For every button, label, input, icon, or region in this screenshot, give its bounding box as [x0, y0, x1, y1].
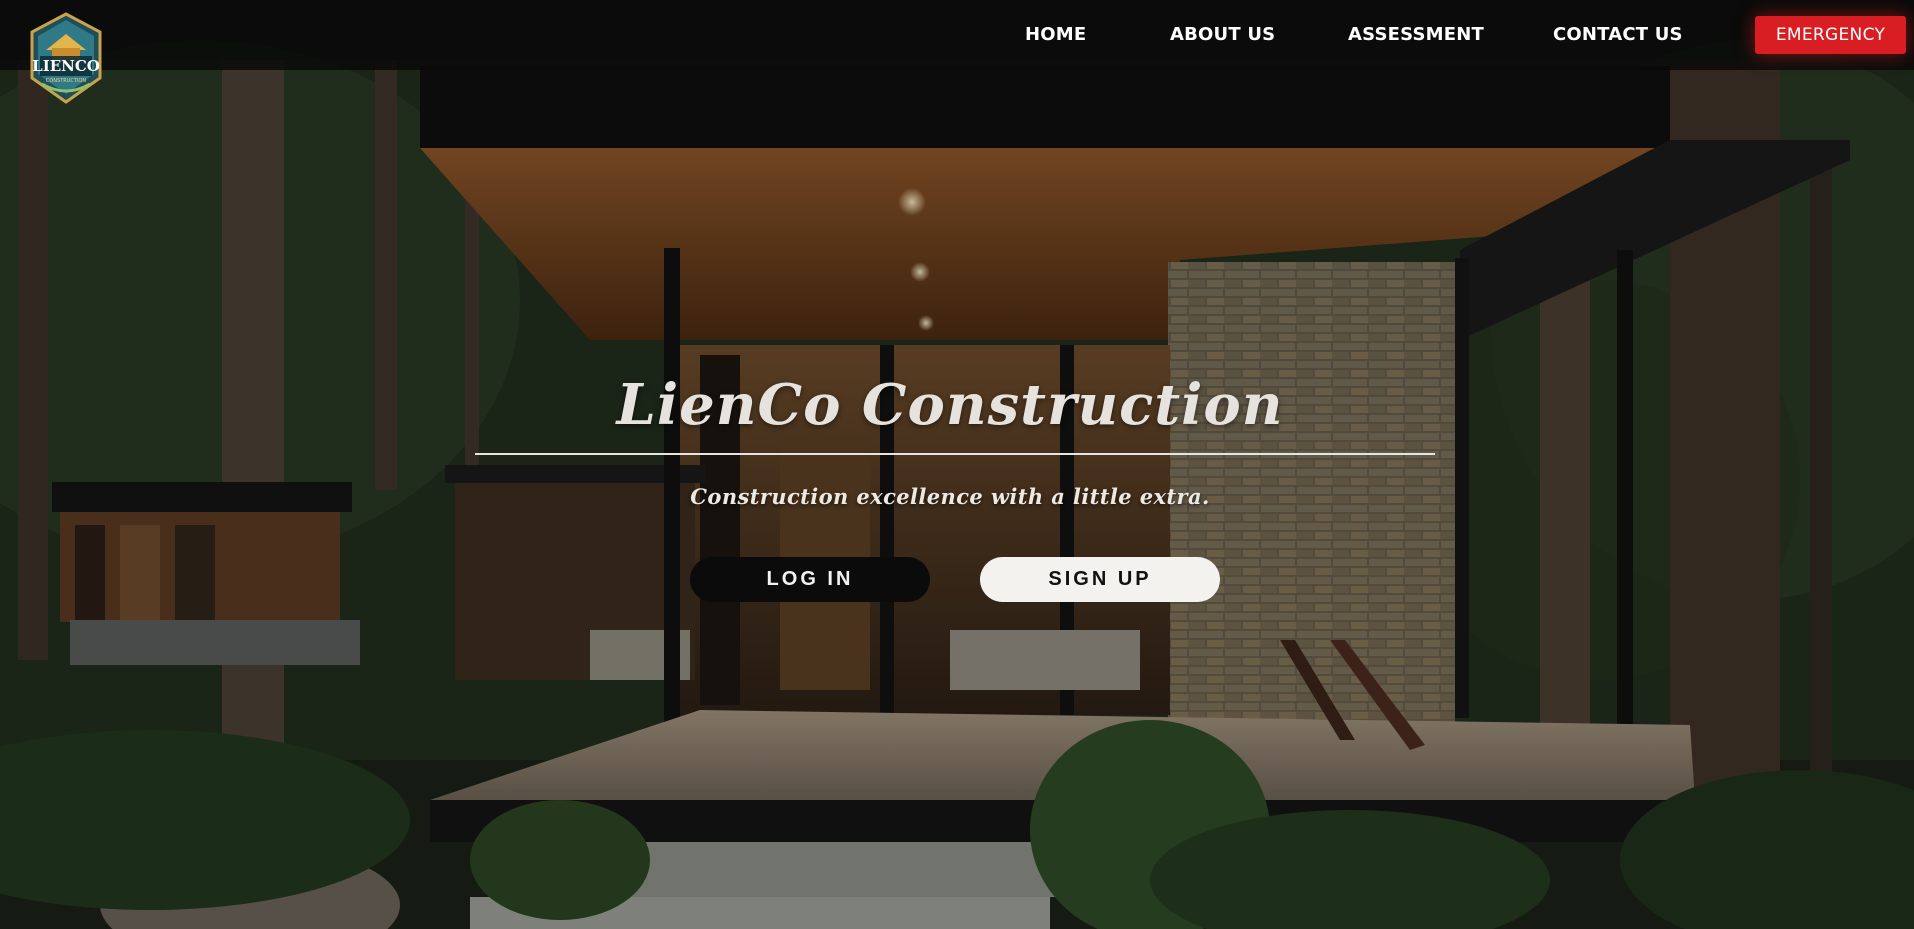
login-button[interactable]: LOG IN	[690, 557, 930, 602]
hero-background	[0, 0, 1914, 929]
hero-title: LienCo Construction	[616, 372, 1284, 438]
logo-main-text: LIENCO	[32, 57, 100, 75]
nav-home-link[interactable]: HOME	[1025, 24, 1086, 45]
lienco-logo[interactable]: LIENCO CONSTRUCTION	[28, 12, 104, 104]
signup-button[interactable]: SIGN UP	[980, 557, 1220, 602]
nav-about-us-link[interactable]: ABOUT US	[1170, 24, 1275, 45]
hero-tagline: Construction excellence with a little ex…	[690, 484, 1210, 509]
nav-assessment-link[interactable]: ASSESSMENT	[1348, 24, 1484, 45]
title-divider	[475, 453, 1435, 455]
emergency-button[interactable]: EMERGENCY	[1755, 16, 1906, 54]
top-navbar: LIENCO CONSTRUCTION HOME ABOUT US ASSESS…	[0, 0, 1914, 104]
hero-darken-overlay	[0, 0, 1914, 929]
nav-contact-us-link[interactable]: CONTACT US	[1553, 24, 1683, 45]
logo-sub-text: CONSTRUCTION	[46, 78, 86, 84]
